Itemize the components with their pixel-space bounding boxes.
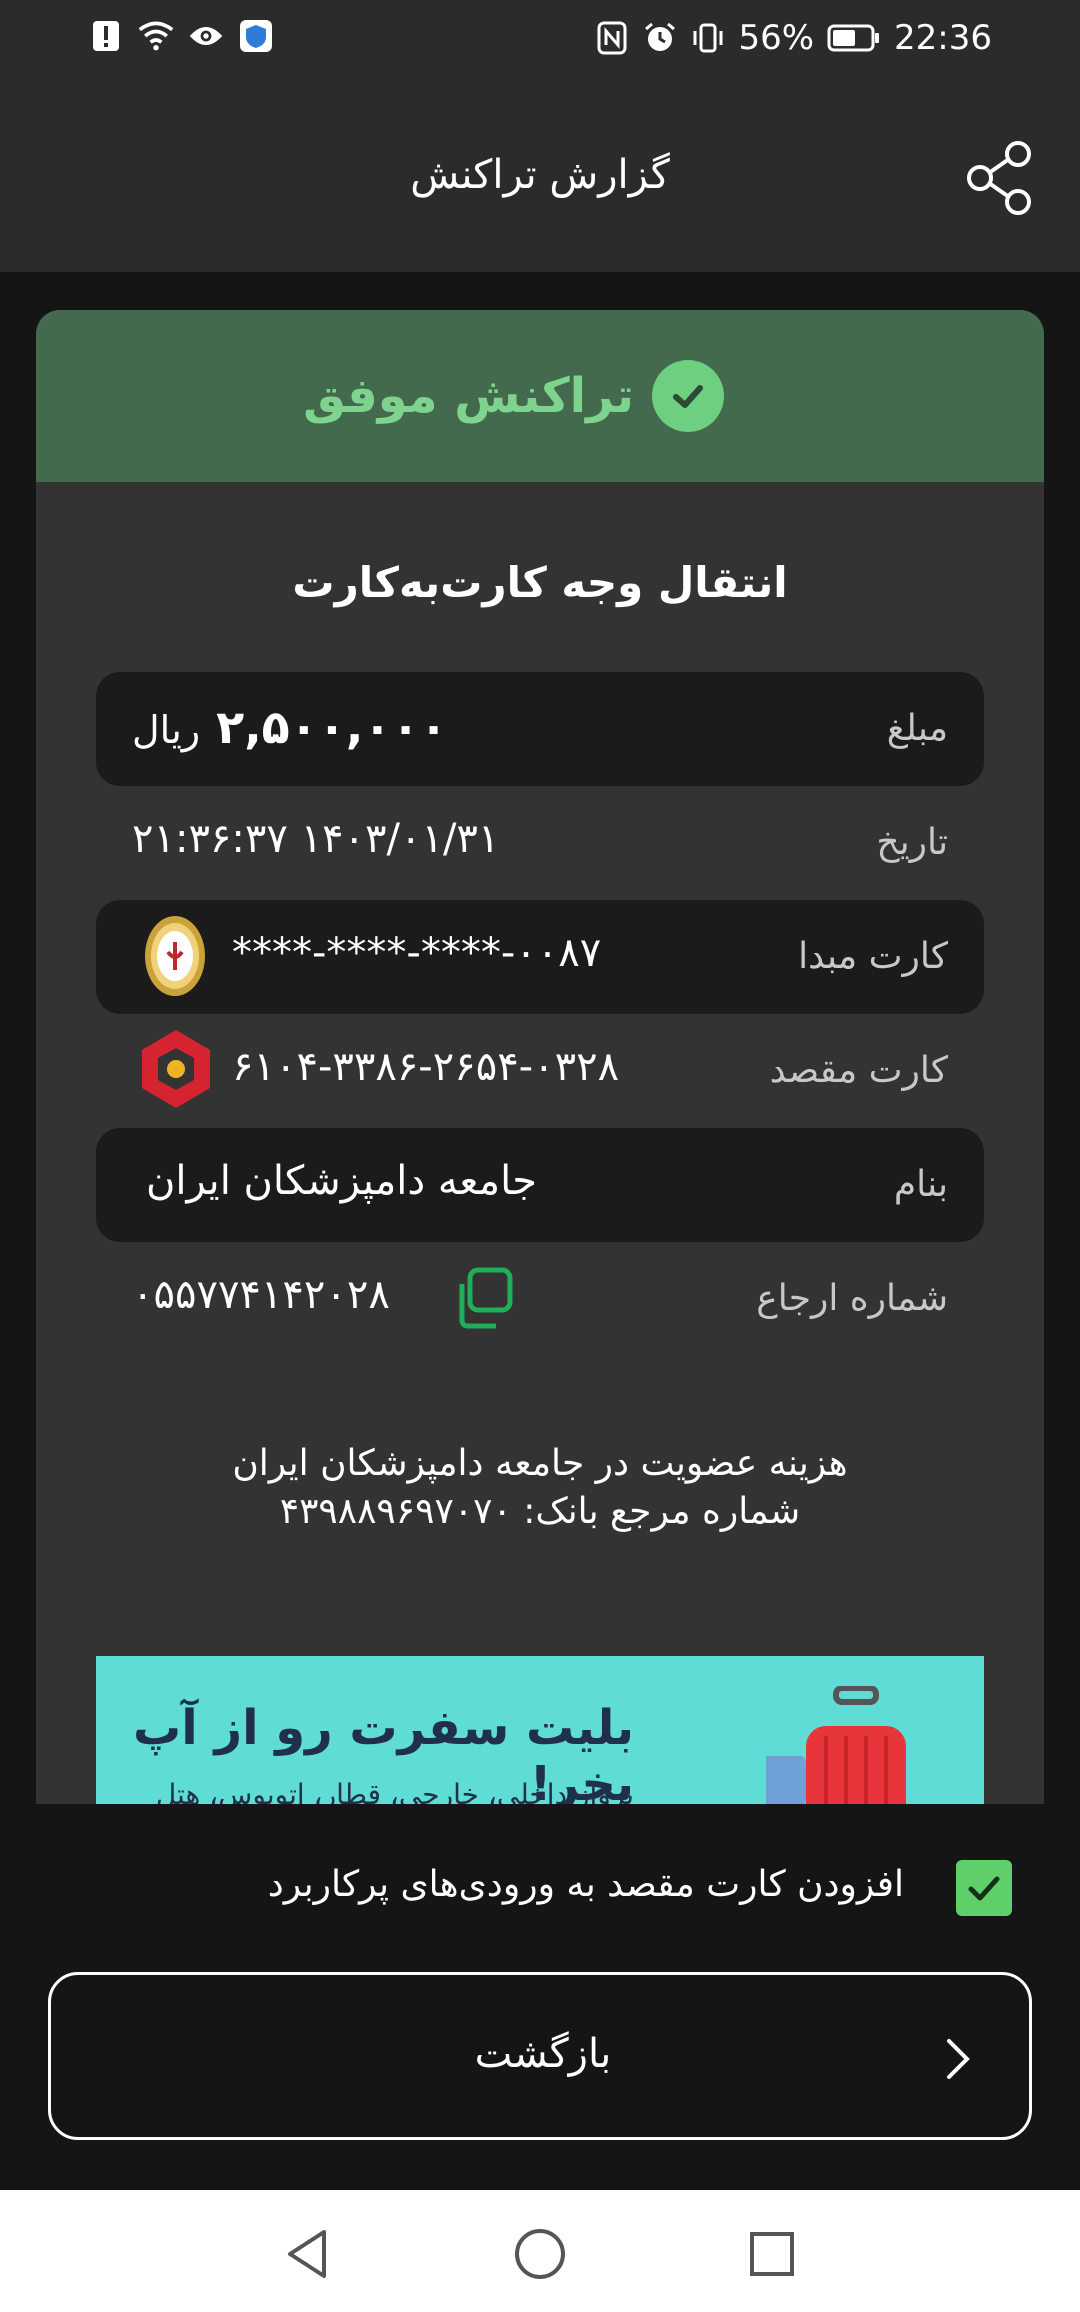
nav-back-button[interactable] — [278, 2224, 338, 2284]
vibrate-icon — [690, 20, 726, 56]
owner-name-row: بنام جامعه دامپزشکان ایران — [96, 1128, 984, 1242]
amount-label: مبلغ — [886, 708, 948, 749]
eye-icon — [188, 18, 224, 54]
dest-card-number: ۶۱۰۴-۳۳۸۶-۲۶۵۴-۰۳۲۸ — [232, 1044, 620, 1090]
source-card-row: کارت مبدا ****-****-****-۰۰۸۷ — [96, 900, 984, 1014]
chevron-right-icon — [927, 2029, 987, 2089]
date-row: تاریخ ۲۱:۳۶:۳۷ ۱۴۰۳/۰۱/۳۱ — [96, 786, 984, 900]
triangle-back-icon — [288, 2230, 326, 2278]
ad-banner[interactable]: بلیت سفرت رو از آپ بخر! پرواز داخلی، خار… — [96, 1656, 984, 1804]
bank-melli-logo-icon — [142, 912, 208, 1000]
transaction-status: تراکنش موفق — [303, 368, 634, 424]
share-icon — [967, 141, 1031, 215]
circle-home-icon — [515, 2229, 565, 2279]
dest-card-label: کارت مقصد — [769, 1050, 948, 1091]
owner-name-value: جامعه دامپزشکان ایران — [146, 1158, 537, 1204]
nav-recents-button[interactable] — [742, 2224, 802, 2284]
success-banner: تراکنش موفق — [36, 310, 1044, 482]
date-label: تاریخ — [876, 822, 948, 863]
system-nav-bar — [0, 2190, 1080, 2312]
amount-unit: ریال — [132, 708, 201, 752]
reference-value: ۰۵۵۷۷۴۱۴۲۰۲۸ — [132, 1272, 390, 1318]
status-icons-left — [88, 18, 274, 54]
transaction-type: انتقال وجه کارت‌به‌کارت — [292, 558, 788, 607]
battery-percent: 56% — [738, 18, 815, 58]
nfc-icon — [594, 20, 630, 56]
check-circle-icon — [652, 360, 724, 432]
transaction-note: هزینه عضویت در جامعه دامپزشکان ایران شما… — [36, 1440, 1044, 1536]
note-line-2: شماره مرجع بانک: ۴۳۹۸۸۹۶۹۷۰۷۰ — [279, 1491, 801, 1532]
receipt-card: تراکنش موفق انتقال وجه کارت‌به‌کارت مبلغ… — [36, 310, 1044, 1804]
reference-label: شماره ارجاع — [756, 1278, 948, 1319]
reference-row: شماره ارجاع ۰۵۵۷۷۴۱۴۲۰۲۸ — [96, 1242, 984, 1356]
add-favorite-label: افزودن کارت مقصد به ورودی‌های پرکاربرد — [267, 1864, 904, 1905]
battery-icon — [826, 20, 882, 56]
nav-home-button[interactable] — [510, 2224, 570, 2284]
alarm-icon — [642, 20, 678, 56]
owner-name-label: بنام — [893, 1164, 948, 1205]
back-button[interactable]: بازگشت — [48, 1972, 1032, 2140]
add-favorite-checkbox[interactable] — [956, 1860, 1012, 1916]
source-card-label: کارت مبدا — [798, 936, 948, 977]
dest-card-row: کارت مقصد ۶۱۰۴-۳۳۸۶-۲۶۵۴-۰۳۲۸ — [96, 1014, 984, 1128]
amount-value-group: ۲,۵۰۰,۰۰۰ ریال — [132, 700, 448, 754]
status-icons-right: 56% 22:36 — [594, 18, 992, 58]
wifi-icon — [138, 18, 174, 54]
checkmark-icon — [968, 1876, 1000, 1901]
copy-icon — [459, 1267, 513, 1329]
amount-value: ۲,۵۰۰,۰۰۰ — [216, 700, 448, 754]
bank-mellat-logo-icon — [136, 1024, 216, 1114]
banner-subtitle: پرواز داخلی، خارجی، قطار، اتوبوس، هتل — [155, 1778, 634, 1804]
copy-button[interactable] — [448, 1264, 518, 1334]
app-bar: گزارش تراکنش — [0, 82, 1080, 272]
clock-time: 22:36 — [894, 18, 992, 58]
note-line-1: هزینه عضویت در جامعه دامپزشکان ایران — [232, 1443, 848, 1484]
alert-icon — [88, 18, 124, 54]
source-card-number: ****-****-****-۰۰۸۷ — [232, 930, 602, 976]
back-button-label: بازگشت — [474, 2031, 612, 2077]
shield-icon — [238, 18, 274, 54]
amount-row: مبلغ ۲,۵۰۰,۰۰۰ ریال — [96, 672, 984, 786]
suitcase-icon — [746, 1685, 916, 1804]
date-value: ۲۱:۳۶:۳۷ ۱۴۰۳/۰۱/۳۱ — [132, 816, 500, 862]
status-bar: 56% 22:36 — [0, 0, 1080, 82]
add-favorite-row[interactable]: افزودن کارت مقصد به ورودی‌های پرکاربرد — [0, 1848, 1080, 1928]
page-title: گزارش تراکنش — [410, 152, 670, 198]
share-button[interactable] — [960, 138, 1040, 218]
square-recents-icon — [750, 2232, 794, 2276]
